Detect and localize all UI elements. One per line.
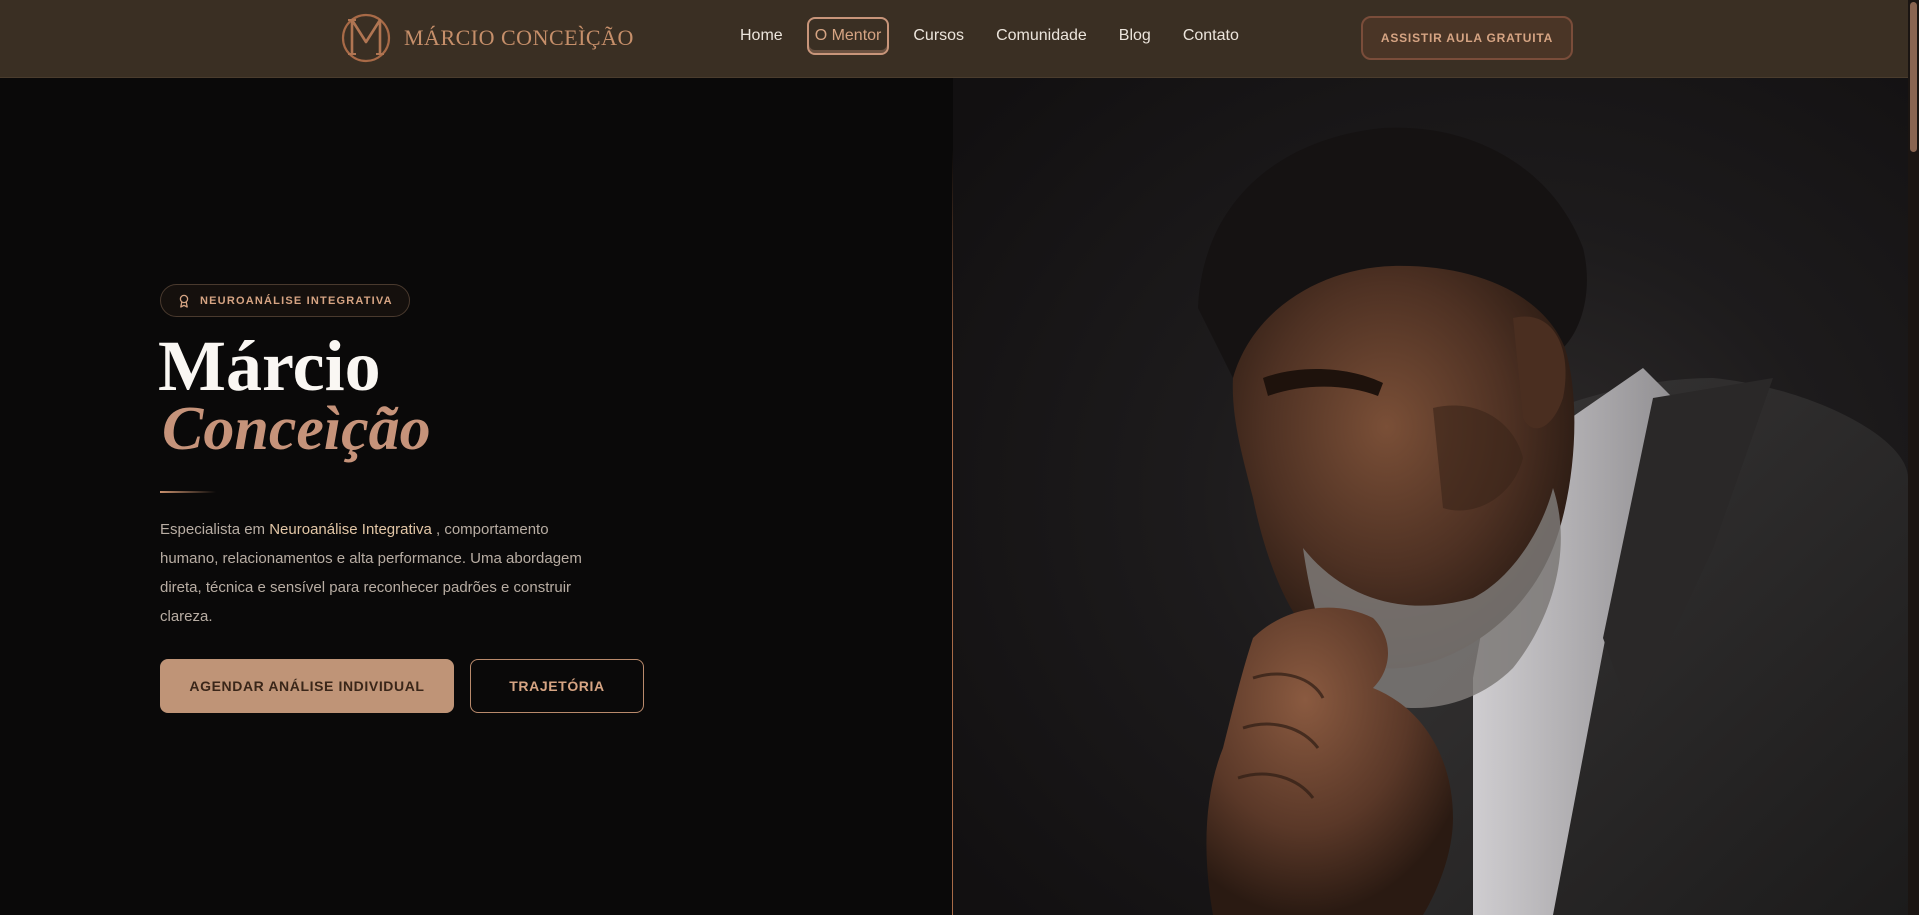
- main-nav: Home O Mentor Cursos Comunidade Blog Con…: [740, 0, 1271, 72]
- award-icon: [179, 294, 189, 308]
- nav-item-cursos[interactable]: Cursos: [913, 27, 964, 45]
- brand-logo-link[interactable]: MÁRCIO CONCEÌÇÃO: [338, 8, 634, 68]
- brand-name: MÁRCIO CONCEÌÇÃO: [404, 25, 634, 50]
- portrait-illustration: [1198, 127, 1908, 915]
- hero-last-name: Conceìção: [162, 395, 431, 463]
- nav-item-blog[interactable]: Blog: [1119, 27, 1151, 45]
- nav-item-comunidade[interactable]: Comunidade: [996, 27, 1087, 45]
- scrollbar-thumb[interactable]: [1910, 2, 1917, 152]
- badge-label: NEUROANÁLISE INTEGRATIVA: [200, 294, 393, 307]
- page-scrollbar[interactable]: [1908, 0, 1919, 915]
- trajectory-button[interactable]: TRAJETÓRIA: [470, 659, 644, 713]
- schedule-analysis-button[interactable]: AGENDAR ANÁLISE INDIVIDUAL: [160, 659, 454, 713]
- accent-rule: [160, 491, 216, 493]
- lead-highlight: Neuroanálise Integrativa: [269, 521, 432, 538]
- specialty-badge: NEUROANÁLISE INTEGRATIVA: [160, 284, 410, 317]
- watch-free-class-button[interactable]: ASSISTIR AULA GRATUITA: [1361, 16, 1573, 60]
- hero-first-name: Márcio: [158, 326, 381, 406]
- nav-item-o-mentor[interactable]: O Mentor: [806, 17, 890, 55]
- nav-item-contato[interactable]: Contato: [1183, 27, 1239, 45]
- site-header: MÁRCIO CONCEÌÇÃO Home O Mentor Cursos Co…: [0, 0, 1908, 78]
- nav-item-home[interactable]: Home: [740, 27, 783, 45]
- monogram-logo-icon: [341, 13, 391, 63]
- lead-intro: Especialista em: [160, 521, 270, 538]
- hero-description: Especialista em Neuroanálise Integrativa…: [160, 515, 600, 631]
- man-portrait-image: [953, 78, 1908, 915]
